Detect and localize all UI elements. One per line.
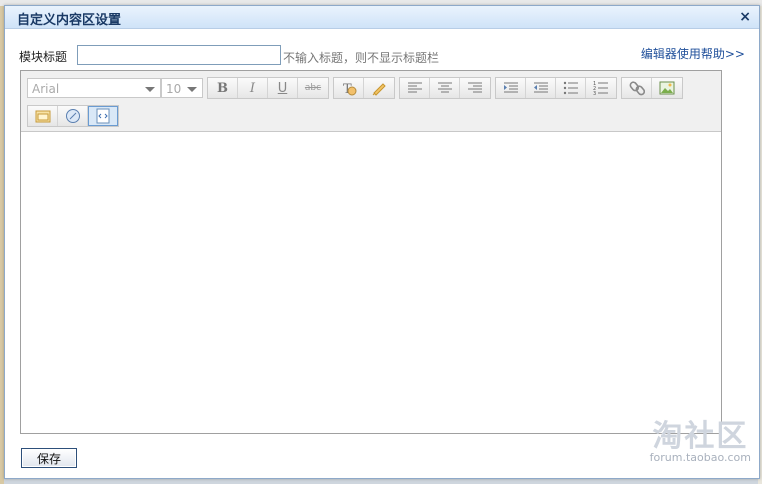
chevron-down-icon xyxy=(187,87,197,92)
save-button[interactable]: 保存 xyxy=(21,448,77,468)
font-size-value: 10 xyxy=(166,82,182,96)
editor-content-area[interactable] xyxy=(21,132,721,433)
align-center-button[interactable] xyxy=(430,78,460,98)
editor-toolbar: Arial 10 B I U abc T 1 2 3 xyxy=(21,71,721,132)
compass-icon xyxy=(65,109,80,123)
bulleted-list-button[interactable] xyxy=(556,78,586,98)
color-group: T xyxy=(333,77,395,99)
outdent-icon xyxy=(533,82,548,93)
custom-content-dialog: 自定义内容区设置 × 模块标题 不输入标题，则不显示标题栏 编辑器使用帮助>> … xyxy=(4,5,760,479)
bold-icon: B xyxy=(217,80,228,96)
font-family-select[interactable]: Arial xyxy=(27,78,161,98)
module-title-hint: 不输入标题，则不显示标题栏 xyxy=(283,51,440,65)
insert-flash-button[interactable] xyxy=(58,106,88,126)
underline-icon: U xyxy=(277,80,288,96)
insert-image-button[interactable] xyxy=(652,78,682,98)
outdent-button[interactable] xyxy=(526,78,556,98)
editor-help-link[interactable]: 编辑器使用帮助>> xyxy=(641,45,745,62)
module-title-row: 模块标题 不输入标题，则不显示标题栏 编辑器使用帮助>> xyxy=(19,45,745,67)
highlight-pen-icon xyxy=(372,83,386,96)
dialog-titlebar: 自定义内容区设置 × xyxy=(5,6,759,29)
module-title-input[interactable] xyxy=(77,45,281,65)
watermark-logo: 淘社区 xyxy=(652,419,749,454)
insert-link-button[interactable] xyxy=(622,78,652,98)
insert-group xyxy=(621,77,683,99)
indent-button[interactable] xyxy=(496,78,526,98)
italic-button[interactable]: I xyxy=(238,78,268,98)
indent-icon xyxy=(503,82,518,93)
align-group xyxy=(399,77,491,99)
folder-media-icon xyxy=(35,110,50,123)
strikethrough-button[interactable]: abc xyxy=(298,78,328,98)
font-size-select[interactable]: 10 xyxy=(161,78,203,98)
numbered-list-button[interactable]: 123 xyxy=(586,78,616,98)
font-color-button[interactable]: T xyxy=(334,78,364,98)
insert-media-button[interactable] xyxy=(28,106,58,126)
link-icon xyxy=(629,81,645,96)
bulleted-list-icon xyxy=(563,81,578,95)
numbered-list-icon: 123 xyxy=(593,81,608,95)
italic-icon: I xyxy=(249,80,256,96)
highlight-button[interactable] xyxy=(364,78,394,98)
align-center-icon xyxy=(437,82,452,93)
text-style-group: B I U abc xyxy=(207,77,329,99)
chevron-down-icon xyxy=(145,87,155,92)
source-code-icon xyxy=(96,108,110,124)
list-group: 123 xyxy=(495,77,617,99)
watermark-url: forum.taobao.com xyxy=(649,451,751,464)
svg-text:3: 3 xyxy=(593,91,596,95)
media-group xyxy=(27,105,119,127)
align-right-button[interactable] xyxy=(460,78,490,98)
module-title-label: 模块标题 xyxy=(19,50,68,64)
bold-button[interactable]: B xyxy=(208,78,238,98)
image-icon xyxy=(659,81,675,95)
font-family-value: Arial xyxy=(32,82,60,96)
font-color-icon: T xyxy=(343,82,356,96)
strikethrough-icon: abc xyxy=(304,83,322,93)
rich-text-editor: Arial 10 B I U abc T 1 2 3 xyxy=(20,70,722,434)
dialog-title: 自定义内容区设置 xyxy=(17,13,122,28)
watermark: 淘社区 forum.taobao.com xyxy=(650,411,751,464)
source-code-button[interactable] xyxy=(88,106,118,126)
align-right-icon xyxy=(468,82,482,93)
close-icon[interactable]: × xyxy=(739,8,751,26)
align-left-button[interactable] xyxy=(400,78,430,98)
align-left-icon xyxy=(407,82,422,93)
underline-button[interactable]: U xyxy=(268,78,298,98)
